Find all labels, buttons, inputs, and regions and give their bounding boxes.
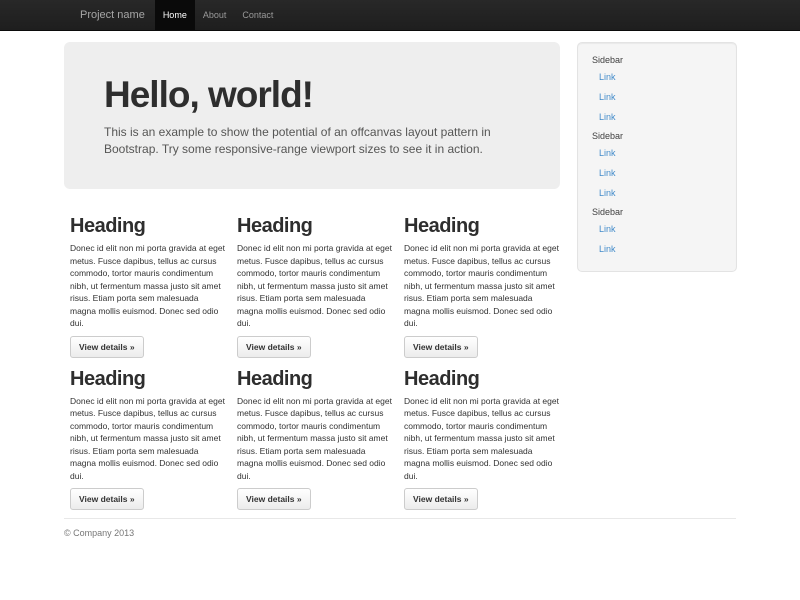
main-content: Hello, world! This is an example to show… — [64, 31, 560, 510]
card-heading: Heading — [70, 214, 218, 238]
cards-grid: Heading Donec id elit non mi porta gravi… — [64, 214, 560, 510]
page-container: Hello, world! This is an example to show… — [64, 31, 736, 538]
navbar-menu: Home About Contact — [155, 0, 282, 30]
feature-card-1: Heading Donec id elit non mi porta gravi… — [70, 214, 218, 358]
sidebar-link[interactable]: Link — [578, 87, 736, 107]
card-heading: Heading — [237, 367, 385, 391]
feature-card-5: Heading Donec id elit non mi porta gravi… — [237, 367, 385, 511]
brand-link[interactable]: Project name — [64, 0, 155, 30]
sidebar-header: Sidebar — [578, 127, 736, 143]
nav-item-contact[interactable]: Contact — [234, 0, 281, 30]
card-body-text: Donec id elit non mi porta gravida at eg… — [237, 242, 385, 330]
sidebar-link[interactable]: Link — [578, 163, 736, 183]
content-row: Hello, world! This is an example to show… — [64, 31, 736, 510]
sidebar-group-3: Sidebar Link Link — [578, 203, 736, 259]
hero-unit: Hello, world! This is an example to show… — [64, 42, 560, 189]
feature-card-6: Heading Donec id elit non mi porta gravi… — [404, 367, 552, 511]
sidebar-link[interactable]: Link — [578, 107, 736, 127]
sidebar-link[interactable]: Link — [578, 239, 736, 259]
sidebar-group-1: Sidebar Link Link Link — [578, 51, 736, 127]
feature-card-2: Heading Donec id elit non mi porta gravi… — [237, 214, 385, 358]
navbar: Project name Home About Contact — [0, 0, 800, 31]
sidebar-link[interactable]: Link — [578, 219, 736, 239]
feature-card-3: Heading Donec id elit non mi porta gravi… — [404, 214, 552, 358]
card-body-text: Donec id elit non mi porta gravida at eg… — [404, 395, 552, 483]
view-details-button[interactable]: View details » — [404, 488, 478, 510]
card-heading: Heading — [237, 214, 385, 238]
view-details-button[interactable]: View details » — [404, 336, 478, 358]
card-body-text: Donec id elit non mi porta gravida at eg… — [237, 395, 385, 483]
card-heading: Heading — [404, 367, 552, 391]
sidebar-header: Sidebar — [578, 203, 736, 219]
hero-title: Hello, world! — [104, 74, 520, 115]
sidebar-link[interactable]: Link — [578, 67, 736, 87]
copyright-text: © Company 2013 — [64, 528, 736, 538]
view-details-button[interactable]: View details » — [237, 336, 311, 358]
card-heading: Heading — [70, 367, 218, 391]
view-details-button[interactable]: View details » — [237, 488, 311, 510]
card-body-text: Donec id elit non mi porta gravida at eg… — [70, 242, 218, 330]
navbar-inner: Project name Home About Contact — [64, 0, 736, 30]
footer-divider — [64, 518, 736, 519]
nav-item-about[interactable]: About — [195, 0, 235, 30]
sidebar-header: Sidebar — [578, 51, 736, 67]
view-details-button[interactable]: View details » — [70, 336, 144, 358]
card-heading: Heading — [404, 214, 552, 238]
card-body-text: Donec id elit non mi porta gravida at eg… — [404, 242, 552, 330]
hero-subtitle: This is an example to show the potential… — [104, 124, 520, 157]
card-body-text: Donec id elit non mi porta gravida at eg… — [70, 395, 218, 483]
view-details-button[interactable]: View details » — [70, 488, 144, 510]
nav-item-home[interactable]: Home — [155, 0, 195, 30]
sidebar-group-2: Sidebar Link Link Link — [578, 127, 736, 203]
footer: © Company 2013 — [64, 518, 736, 538]
sidebar: Sidebar Link Link Link Sidebar Link Link… — [577, 42, 737, 272]
sidebar-link[interactable]: Link — [578, 183, 736, 203]
sidebar-link[interactable]: Link — [578, 143, 736, 163]
feature-card-4: Heading Donec id elit non mi porta gravi… — [70, 367, 218, 511]
